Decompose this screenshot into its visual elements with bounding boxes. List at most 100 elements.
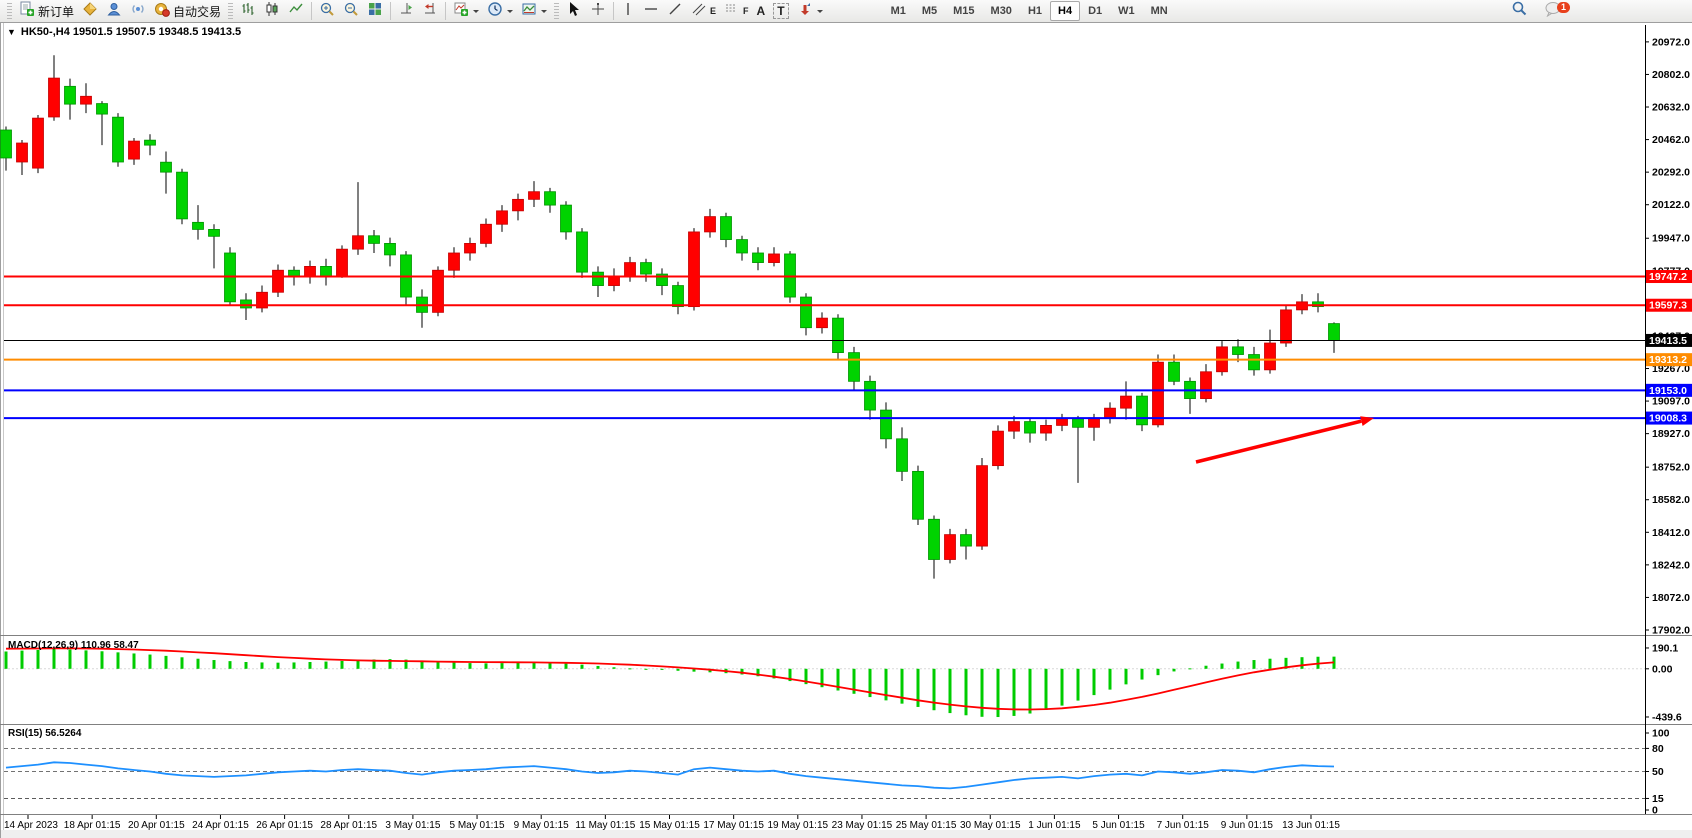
macd-histogram-bar: [149, 655, 152, 669]
trendline-button[interactable]: [663, 0, 687, 22]
autotrading-button[interactable]: 自动交易: [150, 0, 225, 22]
chart-dropdown-icon[interactable]: ▼: [7, 27, 16, 37]
macd-histogram-bar: [117, 652, 120, 668]
macd-histogram-bar: [677, 669, 680, 671]
macd-histogram-bar: [21, 651, 24, 669]
candle: [881, 410, 892, 439]
candlestick-chart-button[interactable]: [260, 0, 284, 22]
macd-histogram-bar: [133, 653, 136, 668]
auto-scroll-button[interactable]: [418, 0, 442, 22]
macd-label: MACD(12,26,9) 110.96 58.47: [8, 640, 139, 651]
toolbar-grip[interactable]: [7, 3, 12, 19]
price-line-label: 19153.0: [1649, 385, 1687, 397]
timeframe-m30[interactable]: M30: [983, 1, 1020, 21]
macd-histogram-bar: [1205, 666, 1208, 669]
time-tick-label: 14 Apr 2023: [4, 820, 58, 831]
time-tick-label: 28 Apr 01:15: [320, 820, 377, 831]
templates-button[interactable]: [517, 0, 551, 22]
macd-histogram-bar: [165, 656, 168, 669]
time-tick-label: 7 Jun 01:15: [1157, 820, 1210, 831]
candle: [1, 130, 12, 158]
price-tick-label: 18242.0: [1652, 559, 1690, 571]
candle: [145, 140, 156, 145]
market-button[interactable]: [78, 0, 102, 22]
community-icon: [106, 1, 122, 22]
price-tick-label: 17902.0: [1652, 625, 1690, 637]
price-tick-label: 20122.0: [1652, 199, 1690, 211]
zoom-in-button[interactable]: [315, 0, 339, 22]
equidistant-channel-button[interactable]: E: [687, 0, 720, 22]
candle: [1137, 396, 1148, 425]
candle: [1009, 422, 1020, 432]
candle: [81, 96, 92, 104]
candle: [801, 297, 812, 328]
candle: [241, 300, 252, 308]
chart-area[interactable]: 20972.020802.020632.020462.020292.020122…: [0, 0, 1692, 838]
bar-chart-button[interactable]: [236, 0, 260, 22]
macd-histogram-bar: [949, 669, 952, 713]
candle: [449, 253, 460, 270]
indicators-button[interactable]: [449, 0, 483, 22]
candle: [1089, 418, 1100, 428]
notifications-button[interactable]: 1: [1540, 0, 1566, 22]
candle: [945, 535, 956, 560]
tile-windows-button[interactable]: [363, 0, 387, 22]
line-chart-button[interactable]: [284, 0, 308, 22]
macd-histogram-bar: [1157, 669, 1160, 675]
candle: [97, 104, 108, 115]
text-button[interactable]: A: [753, 0, 770, 22]
timeframe-m1[interactable]: M1: [883, 1, 914, 21]
timeframe-mn[interactable]: MN: [1143, 1, 1176, 21]
chart-shift-button[interactable]: [394, 0, 418, 22]
time-tick-label: 24 Apr 01:15: [192, 820, 249, 831]
macd-main-value: 110.96: [81, 640, 111, 651]
timeframe-m15[interactable]: M15: [945, 1, 982, 21]
arrows-button[interactable]: [793, 0, 827, 22]
candle: [17, 143, 28, 162]
vertical-line-button[interactable]: [617, 0, 639, 22]
community-button[interactable]: [102, 0, 126, 22]
candle: [833, 318, 844, 352]
zoom-out-button[interactable]: [339, 0, 363, 22]
price-tick-label: 18927.0: [1652, 428, 1690, 440]
candle: [1041, 425, 1052, 433]
new-order-button[interactable]: 新订单: [15, 0, 78, 22]
cursor-button[interactable]: [562, 0, 586, 22]
toolbar-grip[interactable]: [228, 3, 233, 19]
macd-histogram-bar: [53, 649, 56, 669]
macd-histogram-bar: [1061, 669, 1064, 706]
candle: [1025, 422, 1036, 433]
candle: [33, 118, 44, 168]
autotrading-label: 自动交易: [173, 3, 221, 20]
timeframe-d1[interactable]: D1: [1080, 1, 1110, 21]
toolbar-grip[interactable]: [554, 3, 559, 19]
macd-histogram-bar: [69, 650, 72, 669]
price-tick-label: 18412.0: [1652, 527, 1690, 539]
timeframe-h4[interactable]: H4: [1050, 1, 1080, 21]
macd-histogram-bar: [1045, 669, 1048, 710]
chart-close: 19413.5: [201, 26, 241, 38]
horizontal-line-button[interactable]: [639, 0, 663, 22]
time-tick-label: 25 May 01:15: [896, 820, 957, 831]
timeframe-w1[interactable]: W1: [1110, 1, 1143, 21]
chart-low: 19348.5: [159, 26, 199, 38]
macd-histogram-bar: [613, 667, 616, 669]
search-button[interactable]: [1507, 0, 1532, 22]
candle: [177, 172, 188, 219]
text-label-button[interactable]: T: [769, 0, 792, 22]
candle: [49, 78, 60, 117]
timeframe-h1[interactable]: H1: [1020, 1, 1050, 21]
price-tick-label: 19097.0: [1652, 396, 1690, 408]
candle: [545, 192, 556, 205]
timeframe-m5[interactable]: M5: [914, 1, 945, 21]
toolbar-right-group: 1: [1507, 0, 1566, 22]
periods-button[interactable]: [483, 0, 517, 22]
signals-button[interactable]: [126, 0, 150, 22]
macd-histogram-bar: [357, 660, 360, 669]
zoom-out-icon: [343, 1, 359, 22]
crosshair-button[interactable]: [586, 0, 610, 22]
macd-histogram-bar: [1189, 668, 1192, 669]
candle: [897, 439, 908, 472]
rsi-tick-label: 80: [1652, 743, 1664, 755]
fibonacci-button[interactable]: F: [720, 0, 753, 22]
